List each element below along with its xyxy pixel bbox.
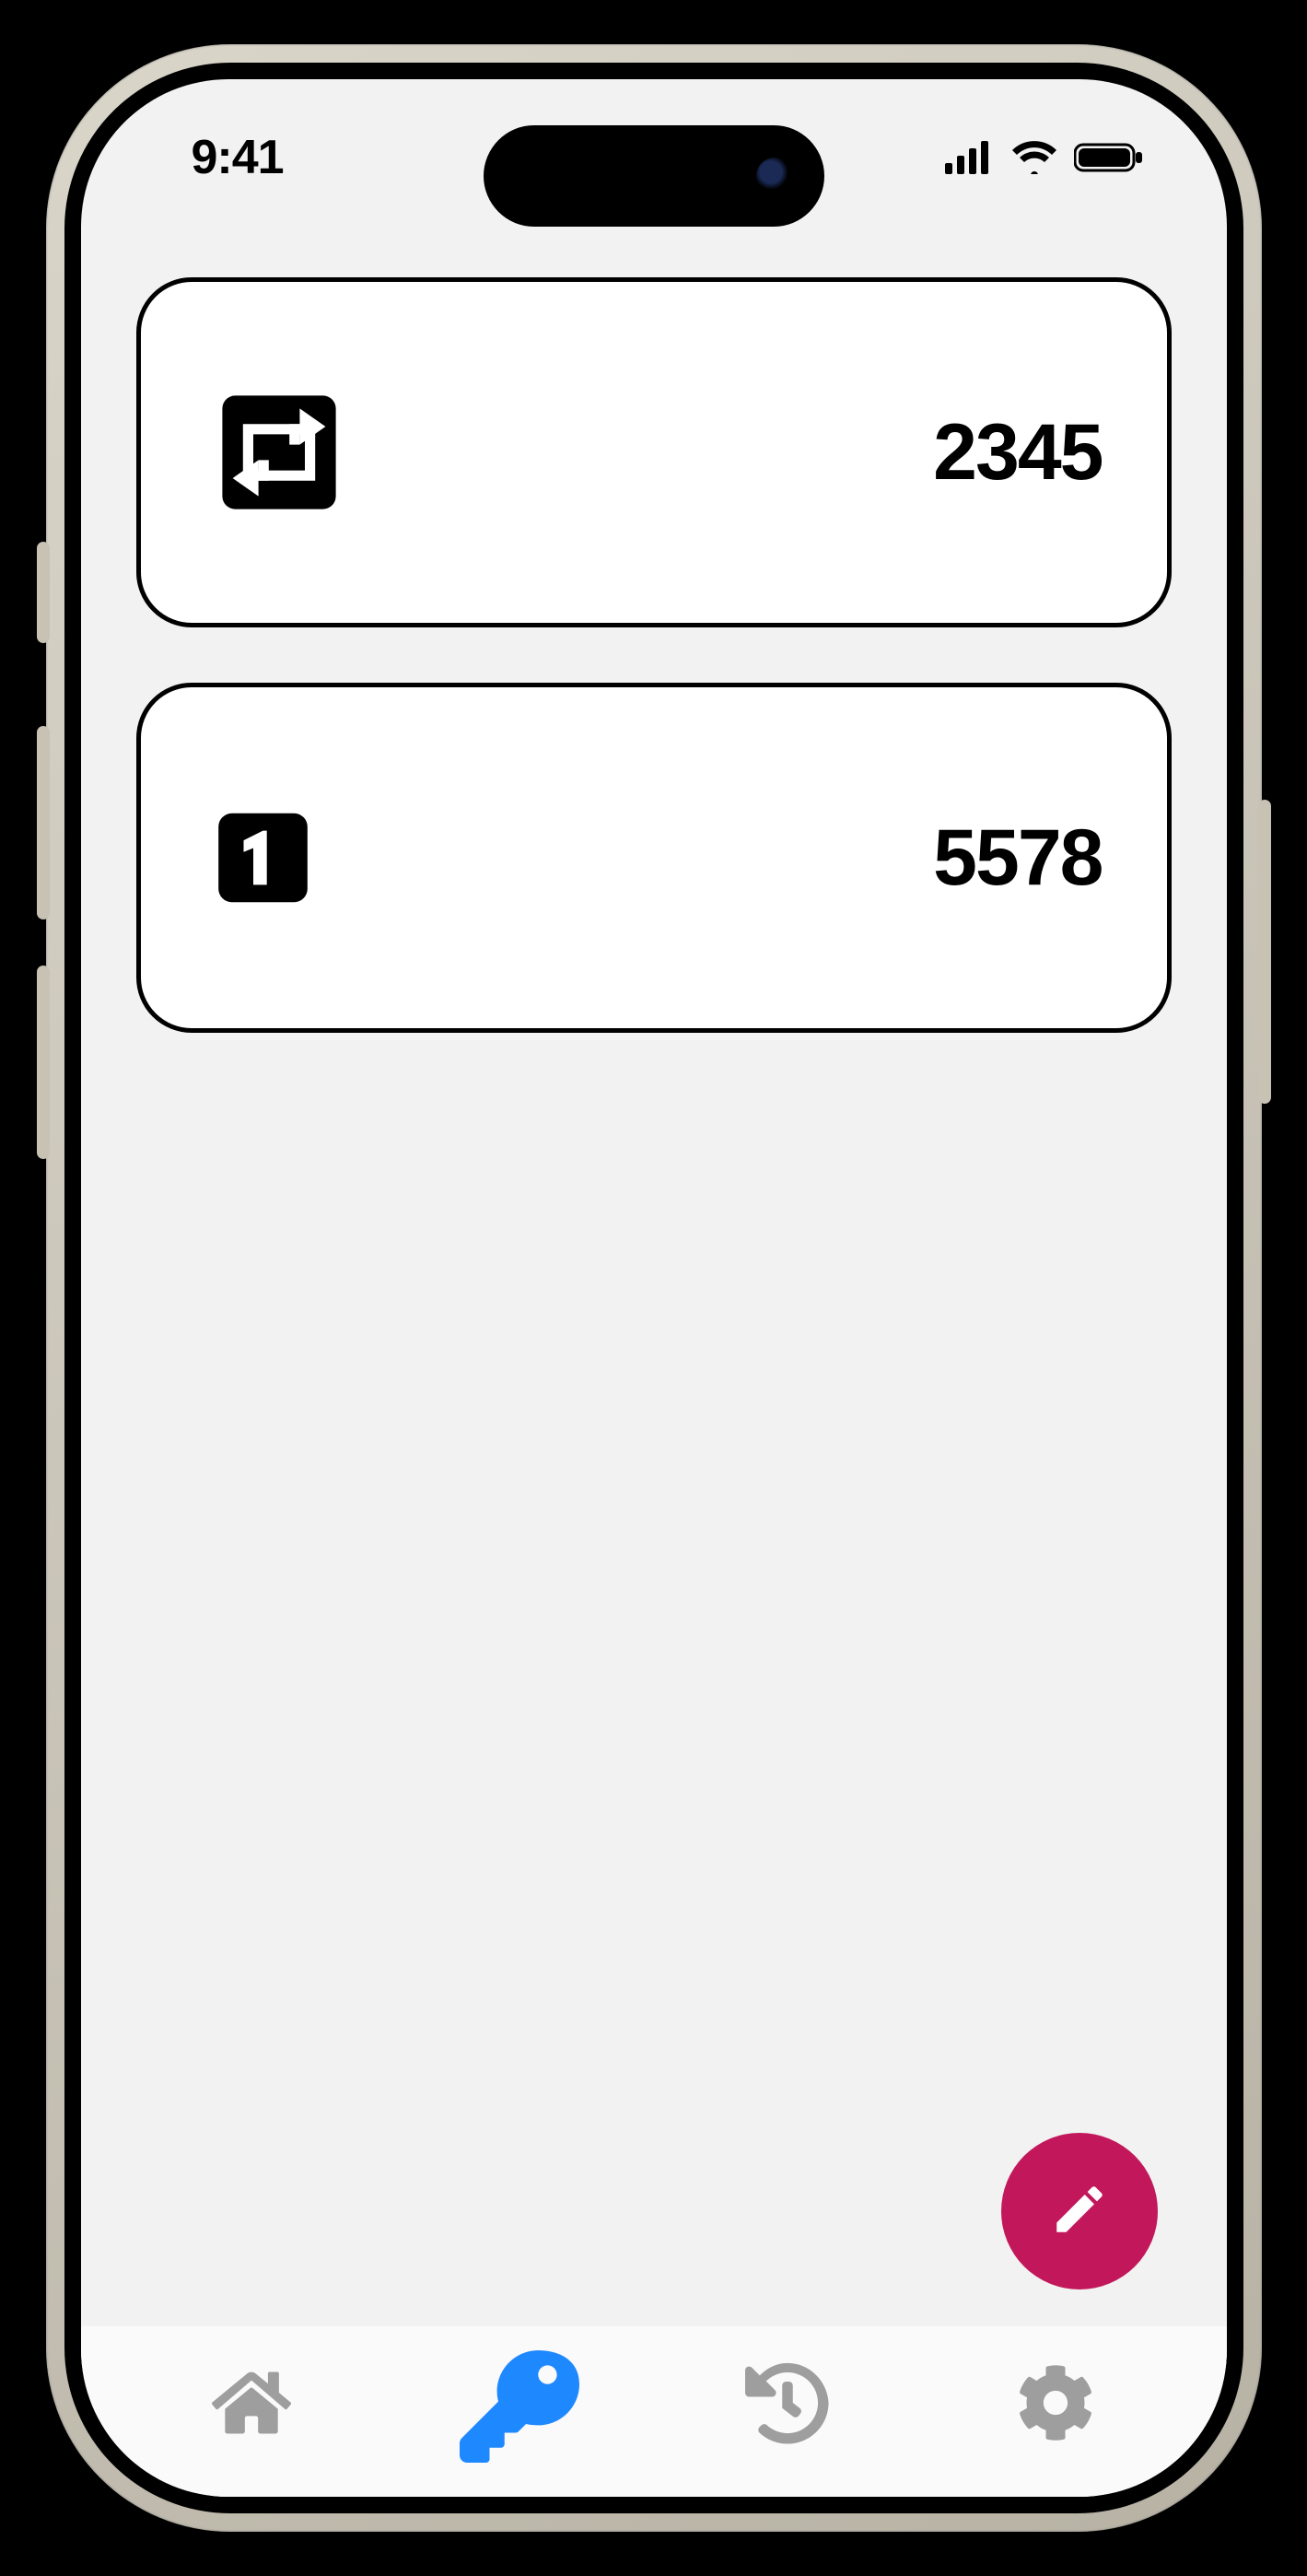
gear-icon <box>1017 2364 1094 2441</box>
nav-history[interactable] <box>654 2352 922 2453</box>
cellular-icon <box>945 141 995 174</box>
nav-settings[interactable] <box>922 2352 1190 2453</box>
wifi-icon <box>1011 141 1057 174</box>
dynamic-island <box>484 125 824 227</box>
bottom-nav <box>81 2326 1227 2497</box>
phone-volume-up-button <box>37 726 50 919</box>
code-card[interactable]: 5578 <box>136 683 1172 1033</box>
key-icon <box>460 2343 579 2463</box>
phone-power-button <box>1258 800 1271 1104</box>
nav-home[interactable] <box>118 2352 386 2453</box>
nav-keys[interactable] <box>386 2352 654 2453</box>
house-icon <box>212 2363 291 2442</box>
phone-bezel: 9:41 <box>64 63 1243 2513</box>
repeat-icon <box>215 388 344 517</box>
phone-volume-down-button <box>37 966 50 1159</box>
battery-icon <box>1074 141 1144 174</box>
phone-side-button <box>37 542 50 643</box>
edit-icon <box>1049 2179 1110 2244</box>
one-icon <box>215 810 311 907</box>
screen: 9:41 <box>81 79 1227 2497</box>
code-value: 2345 <box>933 407 1102 498</box>
phone-frame: 9:41 <box>46 44 1262 2532</box>
status-time: 9:41 <box>192 130 284 185</box>
content-area: 2345 5578 <box>81 250 1227 2340</box>
code-card[interactable]: 2345 <box>136 277 1172 627</box>
history-icon <box>745 2360 830 2445</box>
edit-fab[interactable] <box>1001 2133 1158 2289</box>
code-value: 5578 <box>933 813 1102 904</box>
status-indicators <box>945 141 1144 174</box>
